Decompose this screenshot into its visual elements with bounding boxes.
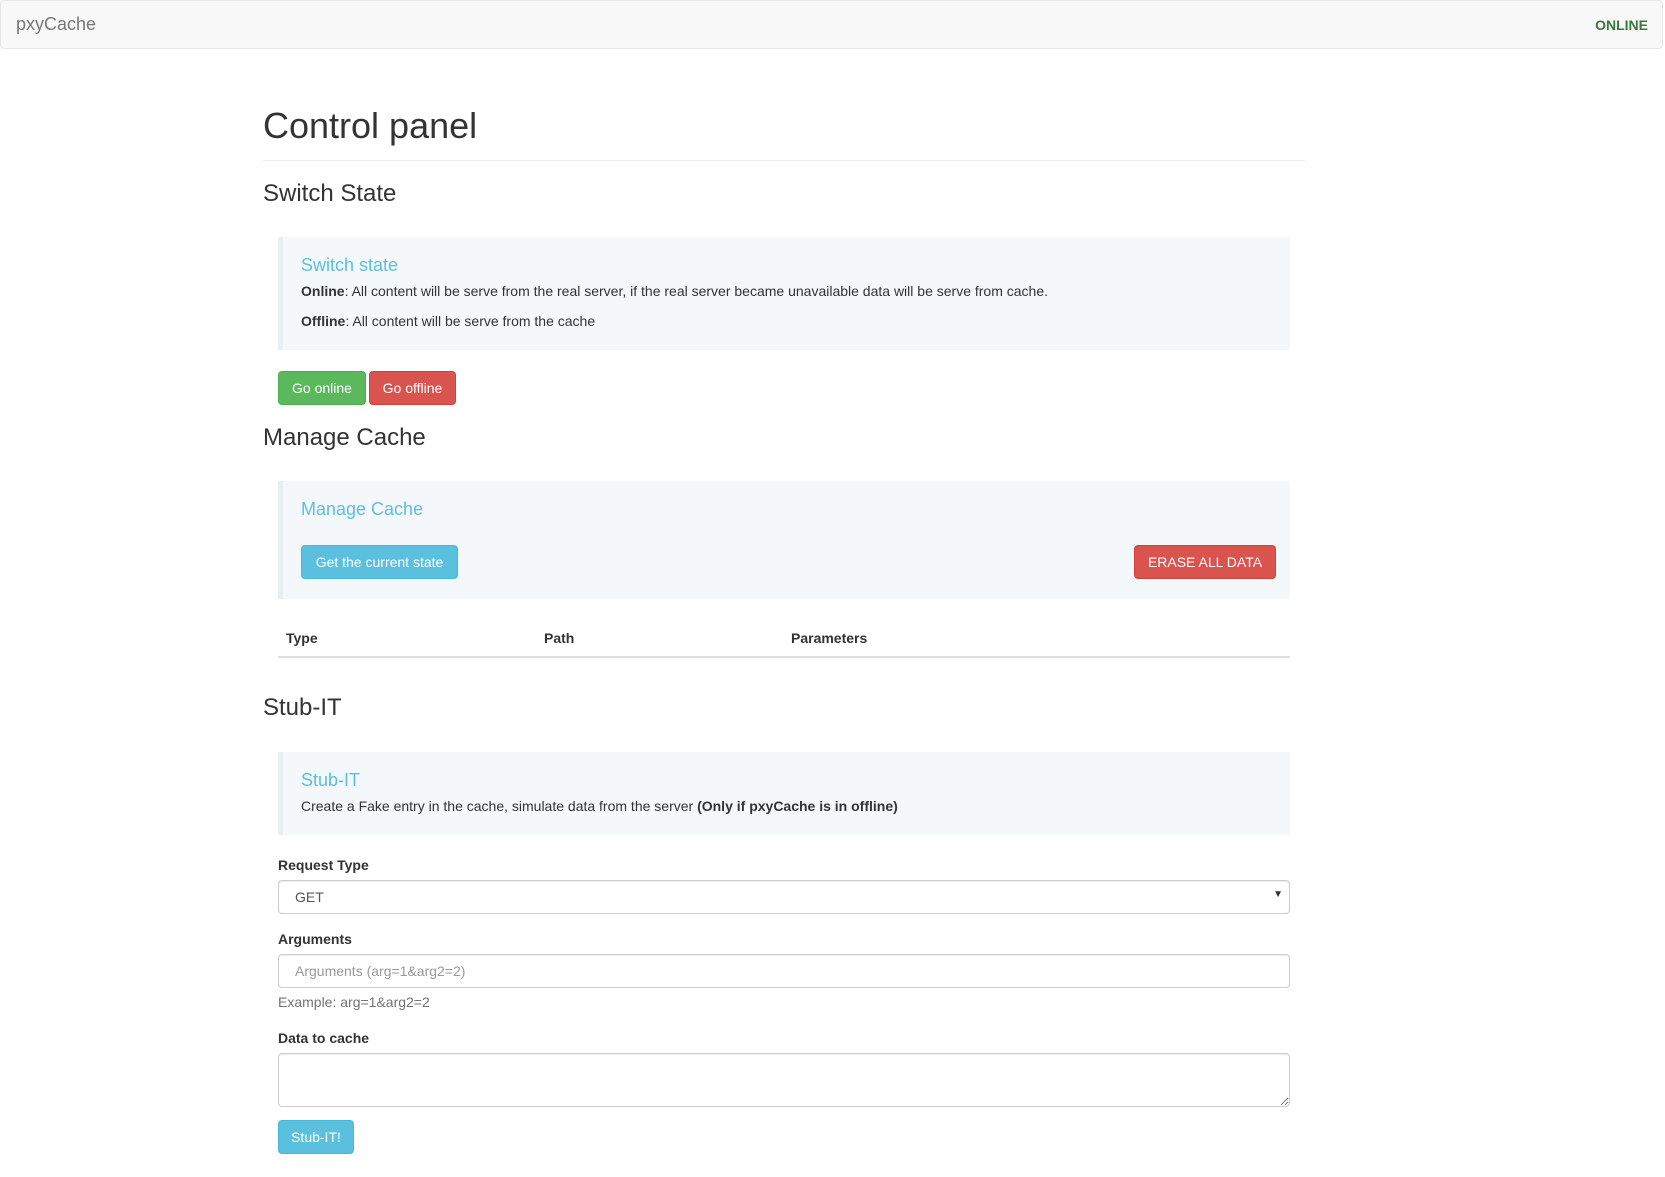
stub-it-description: Create a Fake entry in the cache, simula… [301, 798, 898, 814]
cache-table: Type Path Parameters [278, 620, 1290, 658]
go-online-button[interactable]: Go online [278, 371, 366, 405]
manage-cache-callout-title: Manage Cache [301, 499, 424, 519]
column-path: Path [536, 620, 783, 658]
stub-it-description-text: Create a Fake entry in the cache, simula… [301, 798, 698, 814]
arguments-label: Arguments [278, 931, 352, 947]
request-type-select[interactable]: GET ▼ [278, 880, 1290, 914]
navbar: pxyCache ONLINE [0, 0, 1663, 49]
go-offline-button[interactable]: Go offline [369, 371, 456, 405]
online-label: Online [301, 283, 345, 299]
brand-link[interactable]: pxyCache [16, 14, 96, 35]
data-to-cache-textarea[interactable] [278, 1053, 1290, 1107]
chevron-down-icon: ▼ [1273, 889, 1283, 900]
offline-label: Offline [301, 313, 346, 329]
switch-state-heading: Switch State [263, 180, 397, 207]
column-parameters: Parameters [783, 620, 1290, 658]
offline-text: : All content will be serve from the cac… [345, 313, 596, 329]
arguments-input[interactable] [278, 954, 1290, 988]
online-text: : All content will be serve from the rea… [344, 283, 1049, 299]
stub-it-heading: Stub-IT [263, 694, 342, 721]
status-indicator: ONLINE [1595, 17, 1648, 33]
data-to-cache-label: Data to cache [278, 1030, 370, 1046]
erase-all-data-button[interactable]: ERASE ALL DATA [1134, 545, 1276, 579]
arguments-help-text: Example: arg=1&arg2=2 [278, 994, 430, 1010]
online-description: Online: All content will be serve from t… [301, 283, 1048, 299]
table-header-row: Type Path Parameters [278, 620, 1290, 658]
request-type-label: Request Type [278, 857, 369, 873]
manage-cache-callout: Manage Cache Get the current state ERASE… [278, 481, 1290, 599]
manage-cache-heading: Manage Cache [263, 424, 426, 451]
column-type: Type [278, 620, 536, 658]
switch-state-callout-title: Switch state [301, 255, 399, 275]
request-type-value: GET [295, 889, 324, 905]
stub-it-submit-button[interactable]: Stub-IT! [278, 1120, 354, 1154]
stub-it-callout-title: Stub-IT [301, 770, 361, 790]
switch-state-callout: Switch state Online: All content will be… [278, 237, 1290, 350]
title-divider [263, 160, 1305, 161]
get-current-state-button[interactable]: Get the current state [301, 545, 458, 579]
page-title: Control panel [263, 105, 478, 146]
stub-it-description-bold: (Only if pxyCache is in offline) [697, 798, 898, 814]
offline-description: Offline: All content will be serve from … [301, 313, 595, 329]
stub-it-callout: Stub-IT Create a Fake entry in the cache… [278, 752, 1290, 835]
